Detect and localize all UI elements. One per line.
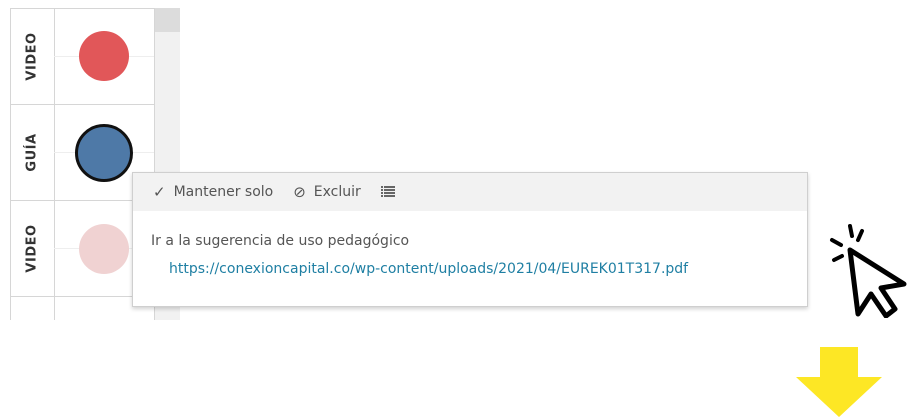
view-data-button[interactable]	[380, 186, 395, 198]
tooltip-text: Ir a la sugerencia de uso pedagógico	[151, 233, 410, 249]
arrow-down-icon	[796, 347, 882, 417]
keep-only-label: Mantener solo	[173, 184, 274, 200]
pointer-click-icon	[830, 224, 907, 318]
tooltip-body: Ir a la sugerencia de uso pedagógico htt…	[133, 211, 807, 277]
circle-mark[interactable]	[79, 31, 129, 81]
ban-icon: ⊘	[293, 183, 306, 201]
check-icon: ✓	[153, 183, 166, 201]
table-icon	[380, 186, 395, 197]
row-label-text: VIDEO	[24, 223, 40, 273]
row-label-text: GUÍA	[24, 132, 40, 172]
tooltip-popup: ✓ Mantener solo ⊘ Excluir Ir a la sugere…	[132, 172, 808, 307]
scrollbar-thumb[interactable]	[155, 8, 180, 32]
circle-mark[interactable]	[79, 224, 129, 274]
tooltip-link[interactable]: https://conexioncapital.co/wp-content/up…	[169, 261, 807, 277]
tooltip-toolbar: ✓ Mantener solo ⊘ Excluir	[133, 173, 807, 211]
circle-mark-selected[interactable]	[75, 124, 133, 182]
keep-only-button[interactable]: ✓ Mantener solo	[153, 183, 273, 201]
exclude-button[interactable]: ⊘ Excluir	[293, 183, 361, 201]
row-label: GUÍA	[10, 104, 54, 200]
grid-line	[54, 8, 55, 320]
row-label-text: VIDEO	[24, 31, 40, 81]
row-label: VIDEO	[10, 200, 54, 296]
row-label: VIDEO	[10, 8, 54, 104]
exclude-label: Excluir	[313, 184, 361, 200]
